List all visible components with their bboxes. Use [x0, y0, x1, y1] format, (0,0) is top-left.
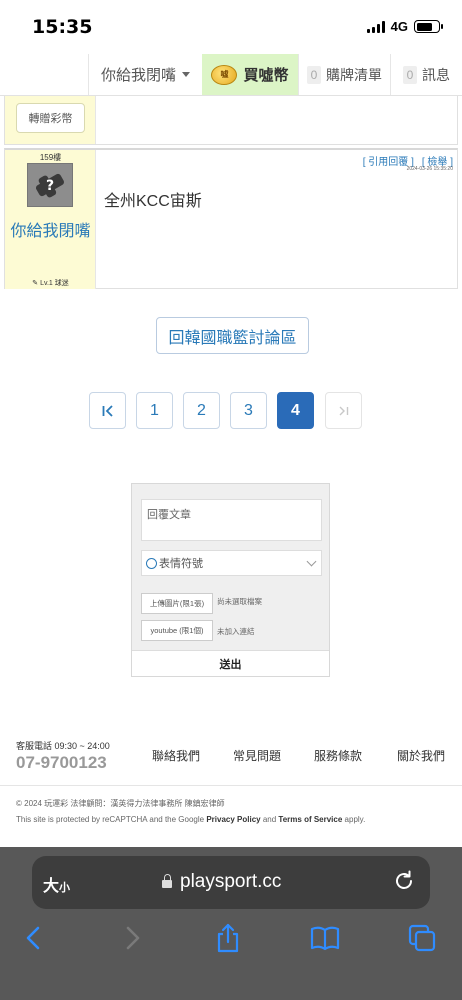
- emoji-select-label: 表情符號: [159, 558, 203, 570]
- buy-coin-tab[interactable]: 噓 買噓幣: [202, 54, 298, 95]
- footer-divider: [0, 785, 462, 786]
- page-button-1[interactable]: 1: [136, 392, 173, 429]
- status-time: 15:35: [32, 16, 93, 38]
- footer-link-about[interactable]: 關於我們: [397, 747, 445, 764]
- footer-link-faq[interactable]: 常見問題: [233, 747, 281, 764]
- chevron-down-icon: [306, 556, 317, 567]
- network-type: 4G: [390, 19, 408, 34]
- previous-post-sidebar: 轉贈彩幣: [5, 96, 96, 144]
- reply-form: 回覆文章 表情符號 上傳圖片(限1張) 尚未選取檔案 youtube (限1個)…: [131, 483, 330, 677]
- back-to-board-button[interactable]: 回韓國職籃討論區: [156, 317, 309, 354]
- message-count-badge: 0: [403, 65, 417, 84]
- caret-down-icon: [182, 72, 190, 77]
- hotline-number[interactable]: 07-9700123: [16, 753, 107, 773]
- svg-text:?: ?: [46, 178, 54, 194]
- lock-icon: [162, 874, 172, 888]
- coin-icon: 噓: [211, 64, 238, 85]
- post-author-sidebar: 159樓 ? 你給我閉嘴 ✎ Lv.1 球迷: [5, 150, 96, 289]
- submit-reply-button[interactable]: 送出: [132, 650, 329, 676]
- first-page-icon: [102, 404, 113, 417]
- messages-label: 訊息: [422, 66, 450, 83]
- page-button-4-current[interactable]: 4: [277, 392, 314, 429]
- copyright-text: © 2024 玩運彩 法律顧問：漢英得力法律事務所 陳鎮宏律師: [16, 799, 225, 808]
- first-page-button[interactable]: [89, 392, 126, 429]
- upload-image-button[interactable]: 上傳圖片(限1張): [141, 593, 213, 614]
- pencil-icon: ✎: [32, 280, 39, 287]
- poster-name[interactable]: 你給我閉嘴: [5, 220, 96, 243]
- youtube-link-button[interactable]: youtube (限1個): [141, 620, 213, 641]
- purchase-list-tab[interactable]: 0 購牌清單: [298, 54, 390, 95]
- cart-count-badge: 0: [307, 65, 321, 84]
- recaptcha-notice: This site is protected by reCAPTCHA and …: [16, 815, 366, 824]
- url-text: playsport.cc: [180, 871, 282, 892]
- url-display[interactable]: playsport.cc: [162, 871, 281, 893]
- default-avatar-icon: ?: [35, 173, 65, 198]
- top-nav: 你給我閉嘴 噓 買噓幣 0 購牌清單 0 訊息: [0, 54, 462, 96]
- footer-link-terms[interactable]: 服務條款: [314, 747, 362, 764]
- last-page-button[interactable]: [325, 392, 362, 429]
- user-menu[interactable]: 你給我閉嘴: [88, 54, 202, 95]
- previous-post: 轉贈彩幣: [4, 96, 458, 145]
- reply-textarea[interactable]: 回覆文章: [141, 499, 322, 541]
- last-page-icon: [339, 406, 348, 415]
- signal-icon: [366, 20, 385, 33]
- address-bar[interactable]: 大小 playsport.cc: [32, 856, 430, 909]
- hotline-label: 客服電話 09:30 ~ 24:00: [16, 741, 110, 751]
- text-size-button[interactable]: 大小: [43, 872, 70, 896]
- post-date: 2024-03-26 15:35:20: [406, 166, 453, 172]
- buy-coin-label: 買噓幣: [243, 67, 289, 84]
- back-icon[interactable]: [18, 922, 50, 954]
- youtube-link-status: 未加入連結: [217, 627, 255, 636]
- privacy-policy-link[interactable]: Privacy Policy: [206, 815, 260, 824]
- purchase-list-label: 購牌清單: [326, 66, 382, 83]
- gift-coin-button[interactable]: 轉贈彩幣: [16, 103, 85, 133]
- upload-image-status: 尚未選取檔案: [217, 597, 262, 606]
- poster-level: ✎ Lv.1 球迷: [32, 280, 69, 287]
- floor-number: 159樓: [39, 153, 62, 162]
- browser-chrome: 大小 playsport.cc: [0, 847, 462, 1000]
- site-footer: 客服電話 09:30 ~ 24:00 07-9700123 聯絡我們 常見問題 …: [0, 722, 462, 847]
- forum-post: 159樓 ? 你給我閉嘴 ✎ Lv.1 球迷 [ 引用回覆 ] [ 檢舉 ] 2…: [4, 148, 458, 289]
- terms-of-service-link[interactable]: Terms of Service: [278, 815, 342, 824]
- share-icon[interactable]: [212, 922, 244, 954]
- tabs-icon[interactable]: [406, 922, 438, 954]
- battery-icon: [414, 20, 443, 33]
- emoji-select[interactable]: 表情符號: [141, 550, 322, 576]
- page-button-2[interactable]: 2: [183, 392, 220, 429]
- messages-tab[interactable]: 0 訊息: [390, 54, 462, 95]
- footer-link-contact[interactable]: 聯絡我們: [152, 747, 200, 764]
- smile-icon: [146, 557, 157, 569]
- status-bar: 15:35 4G: [0, 0, 462, 54]
- avatar[interactable]: ?: [27, 163, 73, 207]
- page-button-3[interactable]: 3: [230, 392, 267, 429]
- status-indicators: 4G: [366, 19, 443, 34]
- reload-icon[interactable]: [392, 869, 416, 893]
- forward-icon[interactable]: [116, 922, 148, 954]
- post-content: 全州KCC宙斯: [104, 193, 202, 210]
- bookmarks-icon[interactable]: [309, 922, 341, 954]
- user-menu-label: 你給我閉嘴: [100, 67, 176, 84]
